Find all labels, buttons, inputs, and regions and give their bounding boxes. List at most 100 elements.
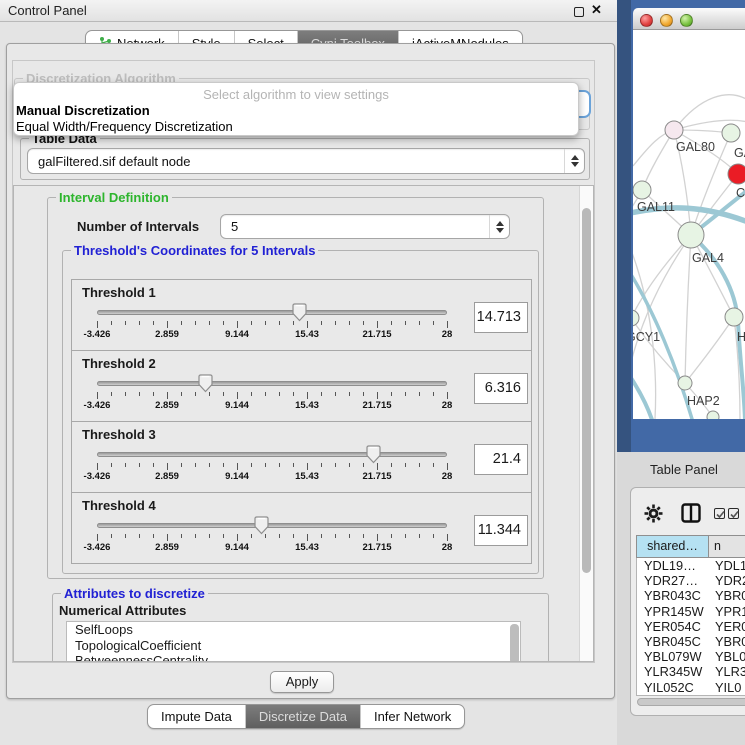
- network-node-gal4[interactable]: [678, 222, 704, 248]
- vertical-scrollbar-thumb[interactable]: [582, 208, 591, 573]
- slider-tick: [391, 534, 392, 538]
- split-column-icon[interactable]: [681, 503, 701, 523]
- network-node[interactable]: [707, 411, 719, 419]
- slider-track[interactable]: [97, 452, 447, 457]
- table-toolbar: [631, 488, 745, 532]
- slider-track[interactable]: [97, 381, 447, 386]
- threshold-label: Threshold 3: [82, 427, 156, 442]
- slider-tick: [167, 463, 168, 470]
- slider-tick: [349, 392, 350, 396]
- horizontal-scrollbar[interactable]: [636, 698, 745, 707]
- tab-discretize-data[interactable]: Discretize Data: [246, 705, 361, 728]
- table-cell: YBL079W: [637, 649, 709, 664]
- attribute-list-item[interactable]: TopologicalCoefficient: [67, 638, 520, 654]
- algorithm-option-equal-width[interactable]: Equal Width/Frequency Discretization: [16, 119, 233, 134]
- slider-tick-label: 9.144: [225, 329, 249, 340]
- slider-tick: [223, 321, 224, 325]
- slider-tick: [167, 534, 168, 541]
- threshold-value-field[interactable]: 21.4: [474, 444, 528, 475]
- slider-tick: [321, 392, 322, 396]
- apply-button[interactable]: Apply: [270, 671, 334, 693]
- minimize-light[interactable]: [660, 14, 673, 27]
- table-row[interactable]: YBR043CYBR0: [637, 588, 745, 603]
- table-row[interactable]: YDL19…YDL1: [637, 558, 745, 573]
- tab-infer-network[interactable]: Infer Network: [361, 705, 464, 728]
- slider-track[interactable]: [97, 310, 447, 315]
- slider-tick: [251, 321, 252, 325]
- gear-icon[interactable]: [644, 504, 663, 523]
- network-node-ga[interactable]: [722, 124, 740, 142]
- attribute-list-item[interactable]: BetweennessCentrality: [67, 653, 520, 662]
- slider-tick: [363, 463, 364, 467]
- network-node-gal80[interactable]: [665, 121, 683, 139]
- table-cell: YIL052C: [637, 680, 709, 695]
- slider-tick-label: 9.144: [225, 471, 249, 482]
- numerical-attributes-list: SelfLoopsTopologicalCoefficientBetweenne…: [66, 621, 521, 662]
- slider-tick: [321, 534, 322, 538]
- slider-tick: [307, 463, 308, 470]
- vertical-scrollbar[interactable]: [579, 186, 593, 661]
- checkbox-icon[interactable]: [728, 508, 739, 519]
- table-cell: YBR0: [709, 588, 745, 603]
- table-row[interactable]: YLR345WYLR3: [637, 664, 745, 679]
- slider-tick-label: 15.43: [295, 542, 319, 553]
- network-window-titlebar[interactable]: [633, 8, 745, 30]
- network-node-gal11[interactable]: [633, 181, 651, 199]
- network-node-hap2[interactable]: [678, 376, 692, 390]
- slider-tick-label: -3.426: [84, 400, 111, 411]
- column-header-shared-name[interactable]: shared…: [637, 536, 709, 557]
- slider-tick: [377, 321, 378, 328]
- slider-tick-label: 2.859: [155, 400, 179, 411]
- attribute-list-item[interactable]: SelfLoops: [67, 622, 520, 638]
- slider-track[interactable]: [97, 523, 447, 528]
- zoom-light[interactable]: [680, 14, 693, 27]
- network-node-h[interactable]: [725, 308, 743, 326]
- tab-label: Infer Network: [374, 709, 451, 724]
- list-scrollbar[interactable]: [510, 624, 519, 662]
- table-data-combobox[interactable]: galFiltered.sif default node: [27, 148, 585, 174]
- table-data-value: galFiltered.sif default node: [28, 154, 564, 169]
- table-row[interactable]: YBL079WYBL0: [637, 649, 745, 664]
- algorithm-option-manual[interactable]: Manual Discretization: [16, 103, 150, 118]
- number-of-intervals-value: 5: [221, 219, 489, 234]
- slider-thumb[interactable]: [292, 303, 307, 322]
- table-row[interactable]: YER054CYER0: [637, 619, 745, 634]
- slider-thumb[interactable]: [254, 516, 269, 535]
- slider-tick: [419, 392, 420, 396]
- threshold-value-field[interactable]: 11.344: [474, 515, 528, 546]
- checkbox-icon[interactable]: [714, 508, 725, 519]
- network-canvas[interactable]: GAL80GACGAL11GAL4GCY1HHAP2: [633, 30, 745, 419]
- table-cell: YBR043C: [637, 588, 709, 603]
- table-row[interactable]: YIL052CYIL0: [637, 680, 745, 695]
- tab-impute-data[interactable]: Impute Data: [148, 705, 246, 728]
- slider-tick: [279, 463, 280, 467]
- close-light[interactable]: [640, 14, 653, 27]
- network-node-label: GCY1: [633, 330, 660, 344]
- slider-tick: [391, 463, 392, 467]
- table-row[interactable]: YBR045CYBR0: [637, 634, 745, 649]
- settings-scrollpane: Interval Definition Number of Intervals …: [13, 185, 594, 662]
- table-cell: YDR2: [709, 573, 745, 588]
- slider-tick-label: 21.715: [362, 400, 391, 411]
- table-cell: YLR345W: [637, 664, 709, 679]
- network-node-gcy1[interactable]: [633, 310, 639, 326]
- slider-tick: [405, 534, 406, 538]
- threshold-value-field[interactable]: 6.316: [474, 373, 528, 404]
- slider-thumb[interactable]: [366, 445, 381, 464]
- table-row[interactable]: YDR27…YDR2: [637, 573, 745, 588]
- close-icon[interactable]: ✕: [591, 2, 602, 18]
- float-window-icon[interactable]: [574, 7, 584, 17]
- slider-thumb[interactable]: [198, 374, 213, 393]
- network-node-c[interactable]: [728, 164, 745, 184]
- table-cell: YBR045C: [637, 634, 709, 649]
- horizontal-scrollbar-thumb[interactable]: [637, 698, 745, 706]
- number-of-intervals-combobox[interactable]: 5: [220, 214, 510, 239]
- slider-tick: [363, 534, 364, 538]
- slider-tick: [391, 321, 392, 325]
- slider-tick: [195, 321, 196, 325]
- table-row[interactable]: YPR145WYPR1: [637, 604, 745, 619]
- slider-tick: [321, 321, 322, 325]
- slider-tick: [97, 392, 98, 399]
- column-header-name[interactable]: n: [709, 536, 745, 557]
- threshold-value-field[interactable]: 14.713: [474, 302, 528, 333]
